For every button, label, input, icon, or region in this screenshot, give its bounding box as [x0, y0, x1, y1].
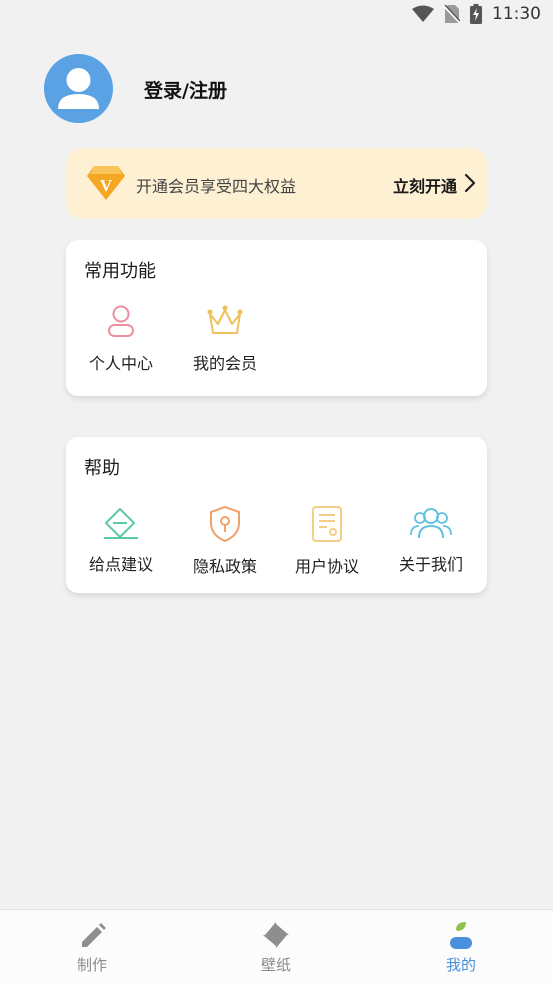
tab-make-label: 制作	[76, 956, 107, 974]
common-functions-title: 常用功能	[84, 261, 156, 282]
feedback-item[interactable]: 给点建议	[66, 505, 176, 575]
status-time: 11:30	[492, 4, 541, 24]
help-title: 帮助	[84, 458, 120, 479]
bottom-navigation: 制作 壁纸 我的	[0, 909, 553, 983]
crown-icon	[207, 305, 243, 334]
help-card: 帮助 给点建议 隐私政策 用户协议 关于我们	[66, 437, 487, 593]
vip-open-now-button[interactable]: 立刻开通	[393, 173, 457, 197]
agreement-icon	[312, 506, 342, 542]
user-agreement-item[interactable]: 用户协议	[272, 505, 382, 577]
my-membership-label: 我的会员	[192, 354, 257, 373]
login-register-link[interactable]: 登录/注册	[144, 76, 227, 103]
vip-diamond-icon: V	[87, 166, 125, 200]
vip-badge-letter: V	[100, 176, 113, 195]
tab-mine-label: 我的	[445, 956, 476, 974]
status-bar: 11:30	[0, 0, 553, 32]
person-icon	[108, 305, 134, 337]
shield-lock-icon	[210, 506, 240, 542]
feedback-icon	[104, 508, 138, 539]
user-agreement-label: 用户协议	[294, 557, 359, 576]
feedback-label: 给点建议	[88, 555, 153, 574]
battery-charging-icon	[470, 4, 482, 24]
my-membership-item[interactable]: 我的会员	[170, 302, 280, 374]
profile-tab-icon	[450, 922, 472, 949]
chevron-right-icon	[464, 173, 476, 193]
no-sim-icon	[444, 4, 460, 24]
vip-description: 开通会员享受四大权益	[136, 177, 297, 196]
tab-make[interactable]: 制作	[32, 920, 152, 975]
tab-wallpaper[interactable]: 壁纸	[216, 920, 336, 975]
default-user-icon	[58, 68, 99, 109]
vip-banner[interactable]: V 开通会员享受四大权益 立刻开通	[66, 148, 487, 219]
about-us-label: 关于我们	[398, 555, 463, 574]
privacy-policy-item[interactable]: 隐私政策	[170, 505, 280, 577]
personal-center-label: 个人中心	[88, 354, 153, 373]
tab-mine[interactable]: 我的	[401, 920, 521, 975]
group-icon	[410, 508, 452, 539]
about-us-item[interactable]: 关于我们	[376, 505, 486, 575]
personal-center-item[interactable]: 个人中心	[66, 302, 176, 374]
privacy-policy-label: 隐私政策	[192, 557, 257, 576]
tab-wallpaper-label: 壁纸	[260, 956, 291, 974]
pencil-icon	[82, 923, 106, 947]
avatar[interactable]	[44, 54, 113, 123]
common-functions-card: 常用功能 个人中心 我的会员	[66, 240, 487, 396]
wifi-icon	[412, 5, 434, 22]
pinwheel-icon	[263, 922, 289, 948]
